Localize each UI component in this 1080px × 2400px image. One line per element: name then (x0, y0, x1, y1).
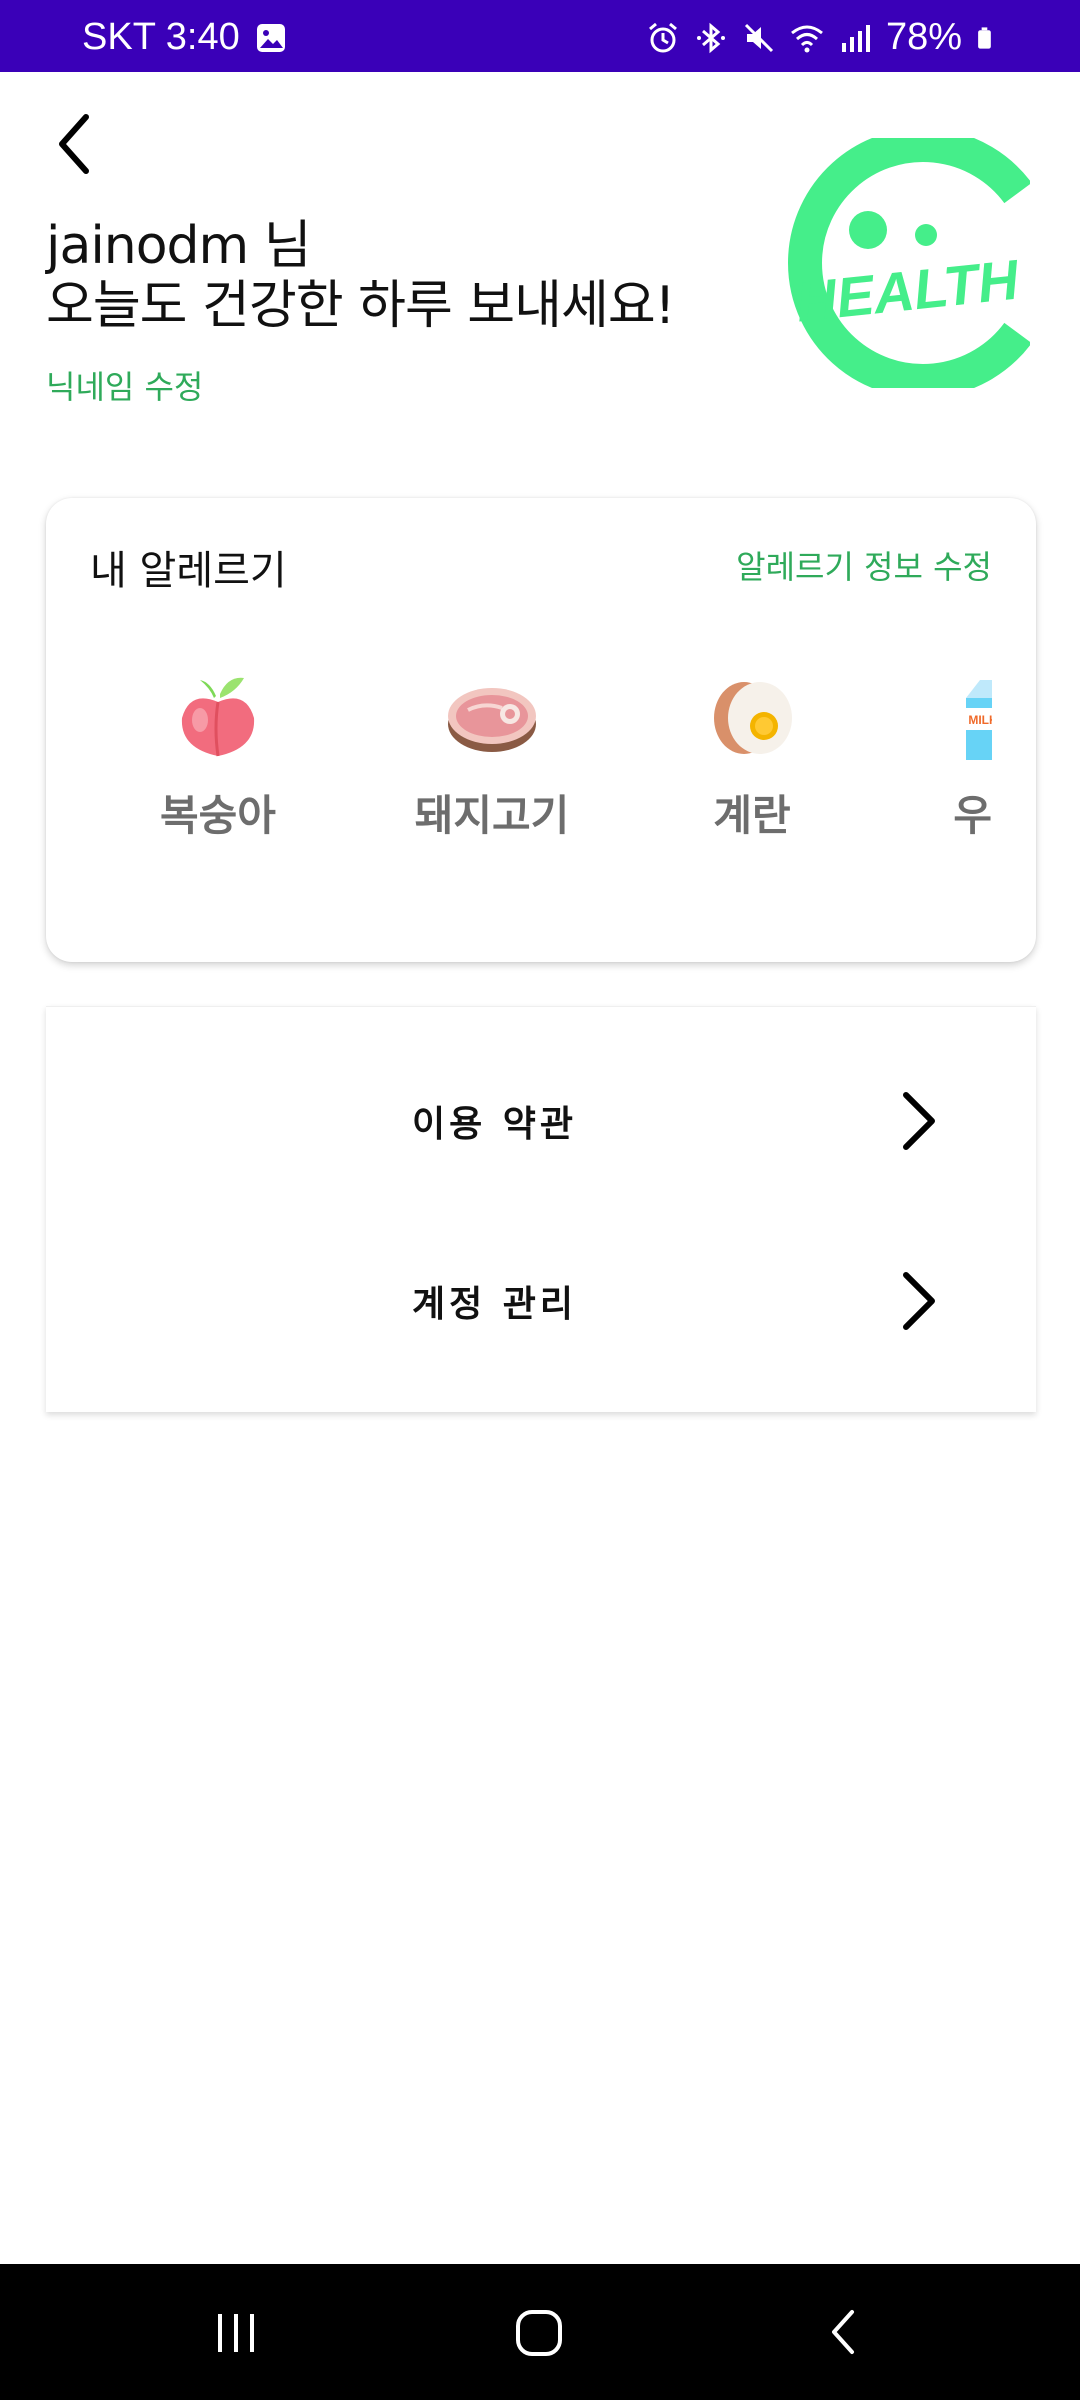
allergy-item-milk[interactable]: MILK 우유 (892, 668, 992, 843)
back-button[interactable] (40, 104, 110, 184)
allergy-card: 내 알레르기 알레르기 정보 수정 복숭아 돼지고기 계란 MIL 우 (46, 498, 1036, 962)
logo-text: HEALTH (793, 247, 1023, 333)
wifi-icon (791, 25, 823, 52)
home-icon (516, 2310, 562, 2356)
status-bar: SKT 3:40 78% (0, 0, 1080, 72)
allergy-list[interactable]: 복숭아 돼지고기 계란 MIL 우 (46, 668, 992, 868)
battery-icon (978, 26, 991, 49)
greeting-username: jainodm 님 (46, 216, 312, 276)
milk-icon: MILK (966, 680, 992, 760)
allergy-item-peach[interactable]: 복숭아 (118, 668, 318, 843)
allergy-label: 돼지고기 (414, 791, 570, 840)
gallery-icon (256, 23, 285, 52)
chevron-left-icon (59, 114, 89, 174)
menu-item-label: 계정 관리 (412, 1284, 578, 1325)
status-right: 78% (646, 16, 1000, 59)
menu-card: 이용 약관 계정 관리 (46, 1006, 1036, 1412)
bluetooth-icon (696, 22, 725, 53)
allergy-edit-link[interactable]: 알레르기 정보 수정 (736, 542, 992, 588)
milk-carton-text: MILK (968, 713, 992, 727)
status-left: SKT 3:40 (82, 16, 288, 59)
allergy-label: 우유 (953, 791, 992, 840)
allergy-label: 계란 (713, 791, 791, 840)
home-button[interactable] (490, 2294, 590, 2370)
chevron-right-icon (903, 1092, 935, 1150)
terms-of-service-item[interactable]: 이용 약관 (46, 1061, 1036, 1181)
egg-icon (714, 682, 792, 754)
back-nav-button[interactable] (794, 2294, 894, 2370)
mute-icon (744, 23, 773, 52)
battery-percent: 78% (885, 16, 962, 58)
signal-icon (841, 24, 870, 52)
allergy-item-pork[interactable]: 돼지고기 (392, 668, 592, 843)
greeting: jainodm 님 오늘도 건강한 하루 보내세요! (46, 216, 746, 336)
system-nav-bar (0, 2264, 1080, 2400)
alarm-icon (648, 22, 677, 52)
allergy-title: 내 알레르기 (90, 548, 287, 594)
recent-apps-icon (218, 2314, 254, 2352)
peach-icon (181, 677, 255, 757)
carrier-time: SKT 3:40 (82, 16, 240, 58)
chevron-right-icon (903, 1272, 935, 1330)
edit-nickname-link[interactable]: 닉네임 수정 (46, 362, 203, 408)
pork-icon (448, 688, 536, 752)
account-management-item[interactable]: 계정 관리 (46, 1241, 1036, 1361)
allergy-label: 복숭아 (160, 791, 276, 840)
allergy-item-egg[interactable]: 계란 (652, 668, 852, 843)
health-logo: HEALTH (788, 138, 1030, 388)
menu-item-label: 이용 약관 (412, 1104, 578, 1145)
greeting-message: 오늘도 건강한 하루 보내세요! (46, 276, 676, 336)
recent-apps-button[interactable] (186, 2294, 286, 2370)
back-icon (832, 2310, 854, 2354)
